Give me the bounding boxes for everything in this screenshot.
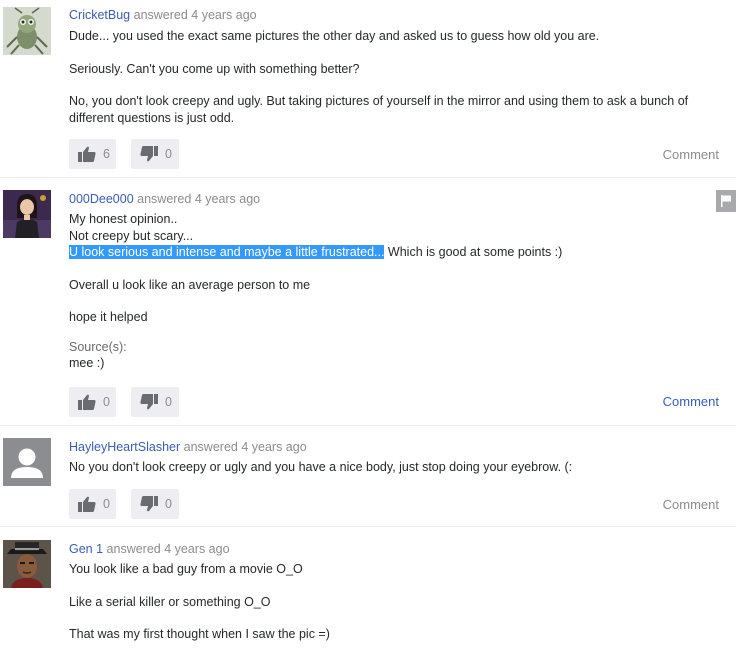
answer-meta: HayleyHeartSlasher answered 4 years ago [69, 439, 724, 455]
avatar[interactable] [3, 190, 51, 238]
upvote-button[interactable]: 0 [69, 489, 116, 519]
upvote-count: 0 [103, 497, 110, 511]
upvote-count: 6 [103, 147, 110, 161]
answer-text-line: Like a serial killer or something O_O [69, 594, 271, 609]
answer-text-line: No you don't look creepy or ugly and you… [69, 460, 573, 474]
downvote-button[interactable]: 0 [131, 387, 179, 417]
cricket-avatar-image [3, 7, 51, 55]
username-link[interactable]: Gen 1 [69, 542, 103, 556]
answer-text-line-selected: U look serious and intense and maybe a l… [69, 244, 724, 261]
answer-timestamp: answered 4 years ago [106, 542, 230, 556]
answer-meta: 000Dee000 answered 4 years ago [69, 191, 724, 207]
answer-timestamp: answered 4 years ago [133, 8, 257, 22]
answer-meta: Gen 1 answered 4 years ago [69, 541, 724, 557]
username-link[interactable]: CricketBug [69, 8, 130, 22]
comment-link[interactable]: Comment [663, 147, 719, 162]
thumbs-down-icon [140, 496, 158, 512]
avatar[interactable] [3, 438, 51, 486]
comment-link[interactable]: Comment [663, 394, 719, 409]
answer-text-rest: Which is good at some points :) [384, 245, 563, 259]
answer-text-line: My honest opinion.. [69, 212, 178, 226]
sources-value: mee :) [69, 356, 105, 370]
downvote-count: 0 [165, 497, 172, 511]
sources-label: Source(s): [69, 339, 127, 354]
answer-text-line: You look like a bad guy from a movie O_O [69, 562, 303, 576]
comment-link[interactable]: Comment [663, 497, 719, 512]
downvote-count: 0 [165, 395, 172, 409]
username-link[interactable]: 000Dee000 [69, 192, 134, 206]
gen-avatar-image [3, 540, 51, 588]
downvote-button[interactable]: 0 [131, 139, 179, 169]
username-link[interactable]: HayleyHeartSlasher [69, 440, 180, 454]
thumbs-down-icon [140, 146, 158, 162]
answer-timestamp: answered 4 years ago [183, 440, 307, 454]
default-user-avatar-icon [3, 438, 51, 486]
upvote-button[interactable]: 0 [69, 387, 116, 417]
downvote-button[interactable]: 0 [131, 489, 179, 519]
answer-text-line: Overall u look like an average person to… [69, 277, 311, 292]
answer-item: CricketBug answered 4 years ago Dude... … [0, 0, 736, 177]
thumbs-down-icon [140, 394, 158, 410]
avatar[interactable] [3, 7, 51, 55]
answer-text-line: Not creepy but scary... [69, 228, 194, 243]
selected-text: U look serious and intense and maybe a l… [69, 245, 385, 259]
thumbs-up-icon [78, 496, 96, 512]
upvote-button[interactable]: 6 [69, 139, 116, 169]
answer-item: Gen 1 answered 4 years ago You look like… [0, 527, 736, 668]
answer-meta: CricketBug answered 4 years ago [69, 7, 724, 23]
answer-text-line: Dude... you used the exact same pictures… [69, 29, 600, 43]
avatar[interactable] [3, 540, 51, 588]
answer-text-line: Seriously. Can't you come up with someth… [69, 61, 360, 76]
thumbs-up-icon [78, 394, 96, 410]
downvote-count: 0 [165, 147, 172, 161]
dee-avatar-image [3, 190, 51, 238]
answer-text-line: That was my first thought when I saw the… [69, 627, 330, 641]
answer-item: HayleyHeartSlasher answered 4 years ago … [0, 426, 736, 526]
answer-timestamp: answered 4 years ago [137, 192, 261, 206]
answer-text-line: hope it helped [69, 310, 148, 324]
answer-text-line: No, you don't look creepy and ugly. But … [69, 94, 689, 125]
thumbs-up-icon [78, 146, 96, 162]
upvote-count: 0 [103, 395, 110, 409]
answer-item: 000Dee000 answered 4 years ago My honest… [0, 178, 736, 425]
